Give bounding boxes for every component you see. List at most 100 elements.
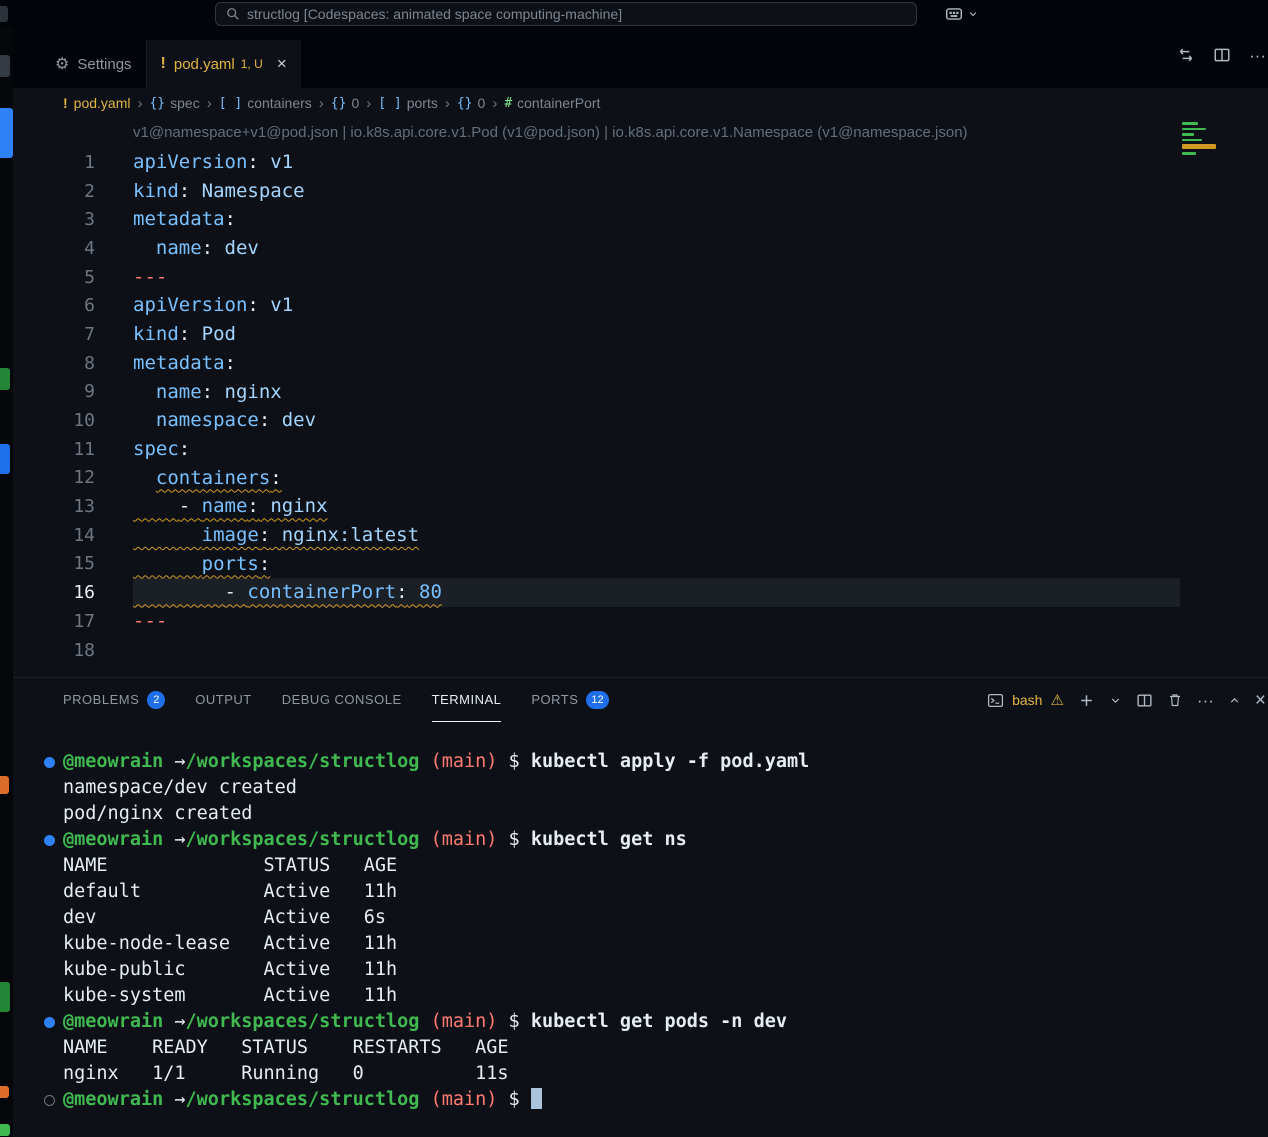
code-line-1[interactable]: 1 apiVersion: v1 <box>13 148 1180 177</box>
kill-terminal-icon[interactable] <box>1167 692 1183 708</box>
terminal-warning-icon: ⚠ <box>1050 691 1063 709</box>
close-icon[interactable]: × <box>277 54 287 74</box>
tab-label: pod.yaml <box>174 56 235 73</box>
breadcrumb-item-file[interactable]: pod.yaml <box>74 95 131 111</box>
maximize-panel-icon[interactable] <box>1228 694 1241 707</box>
terminal-row-9: kube-public Active 11h <box>13 957 1268 983</box>
code-line-8[interactable]: 8metadata: <box>13 349 1180 378</box>
code-line-15[interactable]: 15 ports: <box>13 550 1180 579</box>
code-line-9[interactable]: 9 name: nginx <box>13 378 1180 407</box>
tab-pod-yaml[interactable]: ! pod.yaml 1, U × <box>147 40 301 88</box>
line-text: --- <box>133 607 1180 636</box>
code-line-4[interactable]: 4 name: dev <box>13 234 1180 263</box>
chevron-right-icon: › <box>492 95 497 112</box>
code-line-2[interactable]: 2kind: Namespace <box>13 177 1180 206</box>
more-actions-icon[interactable]: ··· <box>1197 692 1214 709</box>
panel-tab-label: PORTS <box>531 692 578 707</box>
code-line-10[interactable]: 10 namespace: dev <box>13 406 1180 435</box>
terminal-row-2: namespace/dev created <box>13 775 1268 801</box>
close-panel-icon[interactable]: × <box>1255 691 1266 710</box>
panel-tab-ports[interactable]: PORTS 12 <box>531 678 608 722</box>
terminal-row-1: @meowrain →/workspaces/structlog (main) … <box>13 749 1268 775</box>
code-line-17[interactable]: 17--- <box>13 607 1180 636</box>
line-text: apiVersion: v1 <box>133 148 1180 177</box>
command-decoration-hollow[interactable] <box>44 1095 55 1106</box>
panel-tab-problems[interactable]: PROBLEMS 2 <box>63 678 165 722</box>
panel-tab-debug-console[interactable]: DEBUG CONSOLE <box>282 678 402 722</box>
panel-tab-label: TERMINAL <box>432 692 502 707</box>
line-number: 9 <box>13 381 95 402</box>
terminal-tab-label[interactable]: bash <box>1012 692 1042 708</box>
panel-tab-label: PROBLEMS <box>63 692 139 707</box>
codespaces-menu[interactable] <box>945 2 979 26</box>
sidebar-fragment <box>0 982 10 1012</box>
minimap[interactable] <box>1182 122 1222 158</box>
code-line-7[interactable]: 7kind: Pod <box>13 320 1180 349</box>
command-decoration-filled[interactable] <box>44 1017 55 1028</box>
code-line-6[interactable]: 6apiVersion: v1 <box>13 291 1180 320</box>
line-text: namespace: dev <box>133 406 1180 435</box>
code-line-3[interactable]: 3metadata: <box>13 205 1180 234</box>
new-terminal-icon[interactable] <box>1078 692 1095 709</box>
panel-tab-terminal[interactable]: TERMINAL <box>432 678 502 722</box>
chevron-right-icon: › <box>366 95 371 112</box>
sidebar-fragment <box>0 55 10 77</box>
menu-fragment <box>0 6 8 22</box>
line-text: - containerPort: 80 <box>133 578 1180 607</box>
search-icon <box>226 7 240 21</box>
count-badge: 12 <box>586 691 608 709</box>
code-line-12[interactable]: 12 containers: <box>13 464 1180 493</box>
breadcrumb-item-0[interactable]: {}0 <box>331 95 359 111</box>
more-actions-icon[interactable]: ··· <box>1249 47 1266 64</box>
line-text: metadata: <box>133 349 1180 378</box>
sidebar-fragment <box>0 108 13 158</box>
line-number: 11 <box>13 439 95 460</box>
command-decoration-filled[interactable] <box>44 835 55 846</box>
breadcrumb-item-containerPort[interactable]: #containerPort <box>504 95 600 111</box>
code-line-16[interactable]: 16 - containerPort: 80 <box>13 578 1180 607</box>
object-symbol-icon: {} <box>457 96 473 111</box>
code-line-14[interactable]: 14 image: nginx:latest <box>13 521 1180 550</box>
terminal[interactable]: @meowrain →/workspaces/structlog (main) … <box>13 722 1268 1113</box>
search-text: structlog [Codespaces: animated space co… <box>247 6 622 22</box>
schema-hint: v1@namespace+v1@pod.json | io.k8s.api.co… <box>13 118 1268 148</box>
minimap-line <box>1182 128 1206 131</box>
tab-settings[interactable]: ⚙ Settings <box>41 40 147 88</box>
editor[interactable]: v1@namespace+v1@pod.json | io.k8s.api.co… <box>13 118 1268 664</box>
breadcrumb-items: ›{}spec›[ ]containers›{}0›[ ]ports›{}0›#… <box>136 95 600 112</box>
command-decoration-filled[interactable] <box>44 757 55 768</box>
breadcrumb-item-ports[interactable]: [ ]ports <box>378 95 438 111</box>
line-text: image: nginx:latest <box>133 521 1180 550</box>
terminal-row-8: kube-node-lease Active 11h <box>13 931 1268 957</box>
breadcrumb-item-containers[interactable]: [ ]containers <box>219 95 312 111</box>
code-lines: 1 apiVersion: v12kind: Namespace3metadata… <box>13 148 1180 664</box>
activity-bar-sliver <box>0 28 13 1137</box>
breadcrumb: ! pod.yaml ›{}spec›[ ]containers›{}0›[ ]… <box>13 88 1268 118</box>
split-terminal-icon[interactable] <box>1136 692 1153 709</box>
code-line-18[interactable]: 18 <box>13 636 1180 665</box>
split-editor-icon[interactable] <box>1213 46 1231 64</box>
breadcrumb-item-spec[interactable]: {}spec <box>149 95 199 111</box>
minimap-line <box>1182 139 1202 142</box>
line-number: 16 <box>13 582 95 603</box>
terminal-dropdown-icon[interactable] <box>1109 694 1122 707</box>
command-center-search[interactable]: structlog [Codespaces: animated space co… <box>215 2 917 26</box>
line-number: 12 <box>13 467 95 488</box>
terminal-cursor <box>531 1088 542 1109</box>
breadcrumb-label: containerPort <box>517 95 600 111</box>
line-text: kind: Namespace <box>133 177 1180 206</box>
code-line-11[interactable]: 11spec: <box>13 435 1180 464</box>
code-line-5[interactable]: 5--- <box>13 263 1180 292</box>
line-text: kind: Pod <box>133 320 1180 349</box>
titlebar: structlog [Codespaces: animated space co… <box>0 0 1268 28</box>
line-text: --- <box>133 263 1180 292</box>
codespaces-icon <box>945 5 963 23</box>
open-changes-icon[interactable] <box>1177 46 1195 64</box>
code-line-13[interactable]: 13 - name: nginx <box>13 492 1180 521</box>
minimap-highlight <box>1182 144 1216 149</box>
panel-tab-output[interactable]: OUTPUT <box>195 678 251 722</box>
breadcrumb-item-0[interactable]: {}0 <box>457 95 485 111</box>
line-number: 1 <box>13 152 95 173</box>
count-badge: 2 <box>147 691 165 709</box>
editor-actions: ··· <box>1177 46 1268 64</box>
